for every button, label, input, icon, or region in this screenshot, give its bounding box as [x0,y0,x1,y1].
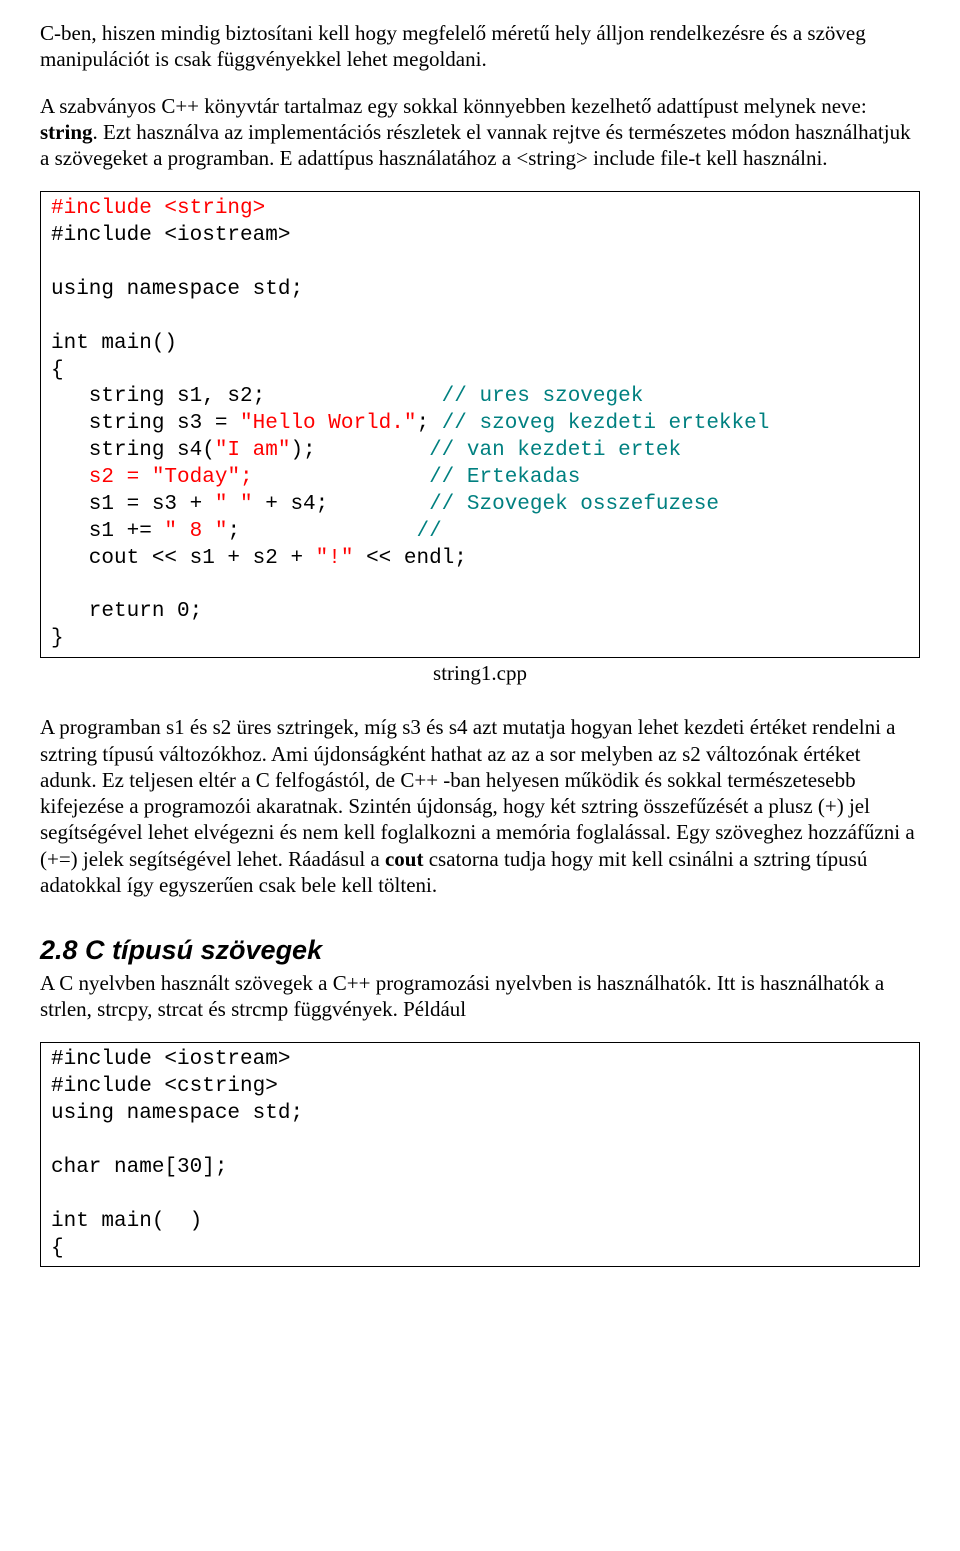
p2-text-b: . Ezt használva az implementációs részle… [40,120,911,170]
c2-l4: char name[30]; [51,1156,227,1179]
code-block-1: #include <string> #include <iostream> us… [40,191,920,658]
c1-l8d: // van kezdeti ertek [429,439,681,462]
c1-l8a: string s4( [51,439,215,462]
p2-text-a: A szabványos C++ könyvtár tartalmaz egy … [40,94,867,118]
section-heading: 2.8 C típusú szövegek [40,934,920,968]
code-block-2: #include <iostream> #include <cstring> u… [40,1042,920,1267]
c1-l5: { [51,359,64,382]
p2-bold: string [40,120,93,144]
c1-l11a: s1 += [51,520,164,543]
c1-l14: } [51,627,64,650]
c2-l6: { [51,1237,64,1260]
c1-l3: using namespace std; [51,278,303,301]
c1-l11d: // [416,520,441,543]
c1-l9c: ; [240,466,429,489]
c1-l1: #include <string> [51,197,265,220]
c1-l10c: + s4; [253,493,429,516]
c2-l2: #include <cstring> [51,1075,278,1098]
c1-l6b: // ures szovegek [442,385,644,408]
code-caption-1: string1.cpp [40,660,920,686]
c1-l10b: " " [215,493,253,516]
paragraph-2: A szabványos C++ könyvtár tartalmaz egy … [40,93,920,172]
c1-l12b: "!" [316,547,354,570]
c1-l7d: // szoveg kezdeti ertekkel [442,412,770,435]
paragraph-3: A programban s1 és s2 üres sztringek, mí… [40,714,920,898]
c1-l7b: "Hello World." [240,412,416,435]
c1-l8c: ); [290,439,429,462]
c2-l1: #include <iostream> [51,1048,290,1071]
c1-l8b: "I am" [215,439,291,462]
c1-l7c: ; [416,412,441,435]
c1-l13: return 0; [51,600,202,623]
c1-l12a: cout << s1 + s2 + [51,547,316,570]
c1-l10d: // Szovegek osszefuzese [429,493,719,516]
paragraph-4: A C nyelvben használt szövegek a C++ pro… [40,970,920,1023]
c1-l9b: "Today" [152,466,240,489]
p3-bold: cout [385,847,424,871]
c1-l6a: string s1, s2; [51,385,442,408]
c1-l11c: ; [227,520,416,543]
c1-l7a: string s3 = [51,412,240,435]
c2-l3: using namespace std; [51,1102,303,1125]
c1-l12c: << endl; [353,547,466,570]
paragraph-1: C-ben, hiszen mindig biztosítani kell ho… [40,20,920,73]
c1-l9a: s2 = [51,466,152,489]
c1-l2: #include <iostream> [51,224,290,247]
c1-l9d: // Ertekadas [429,466,580,489]
c1-l11b: " 8 " [164,520,227,543]
c1-l10a: s1 = s3 + [51,493,215,516]
c1-l4: int main() [51,332,177,355]
c2-l5: int main( ) [51,1210,202,1233]
